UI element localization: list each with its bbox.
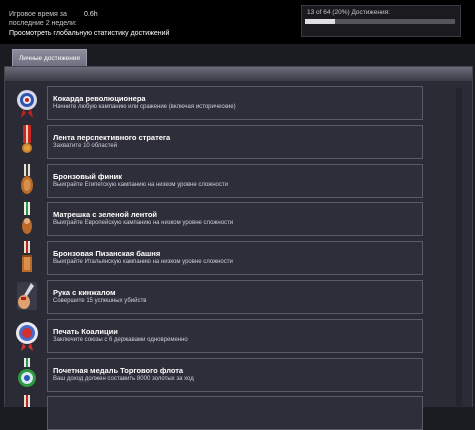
red-ribbon-medal-icon <box>22 124 32 153</box>
achievement-item[interactable]: Бронзовый финик Выиграйте Египетскую камп… <box>47 163 423 198</box>
achievement-description: Выиграйте Египетскую кампанию на низком … <box>53 181 228 188</box>
coalition-seal-icon <box>16 321 38 351</box>
achievement-item[interactable]: Кокарда революционера Начните любую кампа… <box>47 86 423 120</box>
achievement-item[interactable]: Рука с кинжалом Совершите 15 успешных уби… <box>47 280 423 314</box>
playtime-label-2: последние 2 недели: <box>9 20 77 27</box>
achievement-title: Бронзовый финик <box>53 171 122 181</box>
bronze-tower-medal-icon <box>22 241 32 273</box>
scrollbar[interactable] <box>456 88 462 406</box>
achievement-description: Совершите 15 успешных убийств <box>53 298 147 304</box>
achievements-panel: Кокарда революционера Начните любую кампа… <box>4 66 473 430</box>
bronze-date-medal-icon <box>21 163 33 194</box>
stats-header: Игровое время за последние 2 недели: 0.6… <box>0 0 475 44</box>
achievement-description: Выиграйте Итальянскую кампанию на низком… <box>53 259 233 266</box>
achievement-title: Печать Коалиции <box>53 326 118 336</box>
global-stats-link[interactable]: Просмотреть глобальную статистику достиж… <box>9 30 169 37</box>
achievement-description: Начните любую кампанию или сражение (вкл… <box>53 104 236 110</box>
achievement-item[interactable]: Матрешка с зеленой лентой Выиграйте Европ… <box>47 202 423 237</box>
progress-label: 13 of 64 (20%) Достижения: <box>307 9 390 16</box>
achievement-item[interactable] <box>47 396 423 430</box>
cockade-rosette-icon <box>17 90 37 118</box>
achievement-title: Кокарда революционера <box>53 94 146 103</box>
achievement-title: Лента перспективного стратега <box>53 132 171 142</box>
trade-fleet-medal-icon <box>18 357 36 387</box>
tab-bar: Личные достижения <box>0 44 475 68</box>
progress-bar <box>305 19 455 24</box>
achievement-description: Захватите 10 областей <box>53 142 118 149</box>
achievement-item[interactable]: Почетная медаль Торгового флота Ваш доход… <box>47 357 423 392</box>
achievement-item[interactable]: Бронзовая Пизанская башня Выиграйте Италь… <box>47 241 423 276</box>
achievement-progress: 13 of 64 (20%) Достижения: <box>301 5 461 37</box>
achievement-description: Выиграйте Европейскую кампанию на низком… <box>53 220 234 227</box>
playtime-label: Игровое время за <box>9 11 67 18</box>
achievement-item[interactable]: Печать Коалиции Заключите союзы с 6 держа… <box>47 318 423 353</box>
achievement-description: Ваш доход должен составить 8000 золотых … <box>53 375 194 382</box>
progress-bar-fill <box>305 19 335 24</box>
achievement-title: Рука с кинжалом <box>53 288 116 297</box>
achievement-item[interactable]: Лента перспективного стратега Захватите 1… <box>47 124 423 159</box>
achievement-title: Почетная медаль Торгового флота <box>53 365 184 375</box>
hand-dagger-medal-icon <box>17 282 37 310</box>
achievement-title: Матрешка с зеленой лентой <box>53 210 158 220</box>
partial-medal-icon <box>24 395 30 408</box>
achievement-description: Заключите союзы с 6 державами одновремен… <box>53 336 188 343</box>
playtime-value: 0.6h <box>84 11 98 18</box>
panel-header <box>5 67 472 81</box>
achievement-title: Бронзовая Пизанская башня <box>53 249 161 259</box>
green-ribbon-doll-medal-icon <box>22 202 32 235</box>
